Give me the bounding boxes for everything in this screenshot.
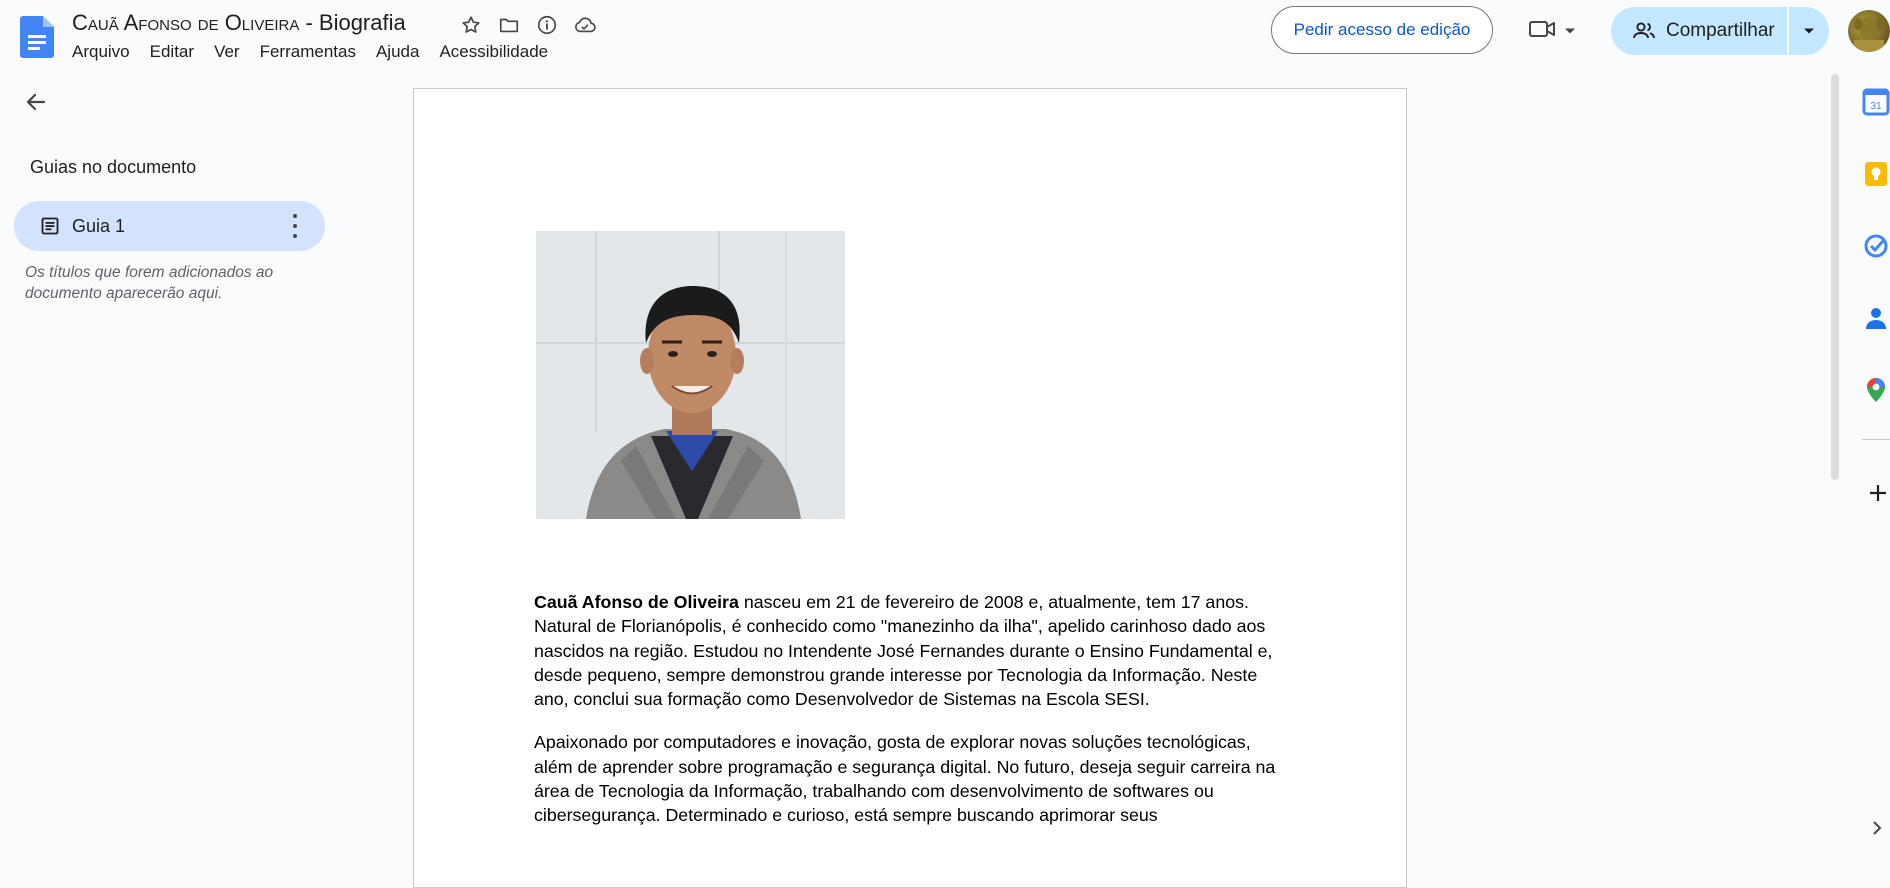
- top-bar: Cauã Afonso de Oliveira - Biografia Arqu…: [0, 0, 1890, 64]
- menu-ajuda[interactable]: Ajuda: [366, 42, 429, 62]
- outline-empty-hint: Os títulos que forem adicionados ao docu…: [25, 264, 274, 302]
- share-button-label: Compartilhar: [1666, 20, 1775, 41]
- calendar-day: 31: [1870, 101, 1882, 112]
- video-camera-icon: [1528, 17, 1558, 46]
- chevron-down-icon: [1803, 22, 1815, 40]
- contacts-icon[interactable]: [1862, 304, 1890, 332]
- account-avatar[interactable]: [1848, 10, 1890, 52]
- paragraph-2: Apaixonado por computadores e inovação, …: [534, 732, 1276, 826]
- scrollbar-thumb[interactable]: [1831, 74, 1839, 480]
- menu-ferramentas[interactable]: Ferramentas: [250, 42, 366, 62]
- menu-ver[interactable]: Ver: [204, 42, 250, 62]
- arrow-back-icon: [24, 90, 48, 119]
- request-edit-access-button[interactable]: Pedir acesso de edição: [1271, 6, 1493, 54]
- maps-icon[interactable]: [1862, 376, 1890, 404]
- share-button[interactable]: Compartilhar: [1611, 7, 1787, 55]
- more-vert-icon[interactable]: [291, 214, 299, 238]
- folder-icon[interactable]: [496, 12, 522, 38]
- people-icon: [1632, 21, 1656, 41]
- document-outline-icon: [40, 216, 60, 236]
- paragraph-1-name: Cauã Afonso de Oliveira: [534, 592, 739, 612]
- document-title-suffix: - Biografia: [299, 10, 406, 35]
- share-options-button[interactable]: [1789, 7, 1829, 55]
- cloud-saved-icon[interactable]: [572, 12, 598, 38]
- portrait-photo[interactable]: [536, 231, 845, 519]
- tasks-icon[interactable]: [1862, 232, 1890, 260]
- menu-acessibilidade[interactable]: Acessibilidade: [429, 42, 558, 62]
- star-icon[interactable]: [458, 12, 484, 38]
- tab-label: Guia 1: [72, 215, 126, 236]
- menu-editar[interactable]: Editar: [140, 42, 204, 62]
- document-title-name: Cauã Afonso de Oliveira: [72, 10, 300, 35]
- document-title[interactable]: Cauã Afonso de Oliveira - Biografia: [72, 10, 406, 36]
- document-body[interactable]: Cauã Afonso de Oliveira nasceu em 21 de …: [534, 590, 1284, 847]
- info-icon[interactable]: [534, 12, 560, 38]
- chevron-right-icon[interactable]: [1870, 818, 1886, 838]
- document-tab-guia-1[interactable]: Guia 1: [14, 201, 325, 251]
- docs-logo-icon[interactable]: [20, 16, 54, 58]
- keep-icon[interactable]: [1862, 160, 1890, 188]
- meet-button[interactable]: [1528, 16, 1590, 46]
- side-panel-divider: [1862, 439, 1890, 440]
- back-arrow-button[interactable]: [20, 88, 52, 120]
- calendar-icon[interactable]: 31: [1862, 88, 1890, 116]
- add-icon[interactable]: [1866, 481, 1890, 505]
- outline-heading: Guias no documento: [30, 157, 197, 177]
- menu-bar: Arquivo Editar Ver Ferramentas Ajuda Ace…: [72, 42, 558, 62]
- paragraph-1: Cauã Afonso de Oliveira nasceu em 21 de …: [534, 590, 1284, 711]
- menu-arquivo[interactable]: Arquivo: [72, 42, 140, 62]
- chevron-down-icon: [1564, 22, 1576, 40]
